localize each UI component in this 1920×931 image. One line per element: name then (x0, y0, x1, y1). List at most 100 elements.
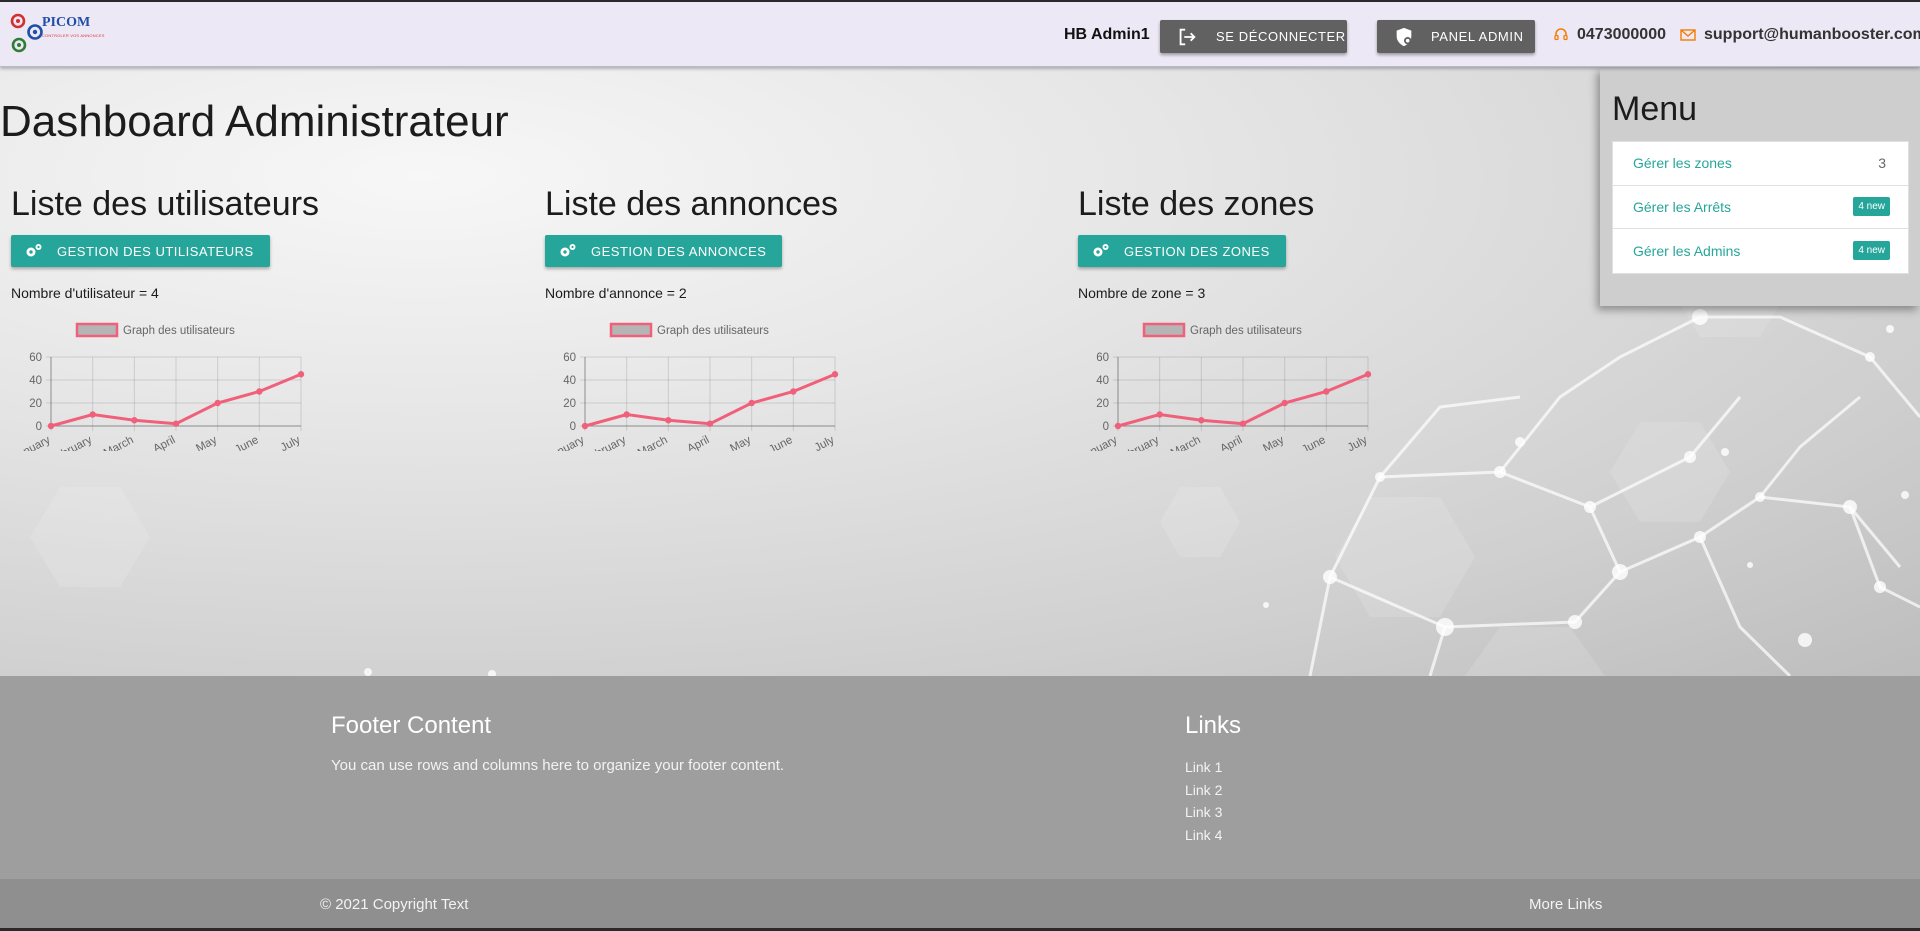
data-point (47, 422, 55, 430)
manage-zones-button[interactable]: Gestion des zones (1078, 235, 1286, 267)
page-title: Dashboard Administrateur (0, 97, 509, 146)
users-count: Nombre d'utilisateur = 4 (11, 285, 159, 301)
ads-section: Liste des annonces Gestion des annonces … (545, 185, 965, 451)
data-point (1323, 388, 1330, 395)
x-tick-label: June (767, 434, 795, 451)
footer-link[interactable]: Link 4 (1185, 824, 1222, 847)
data-point (665, 417, 672, 424)
zones-count: Nombre de zone = 3 (1078, 285, 1206, 301)
y-tick-label: 20 (563, 398, 576, 410)
logo-text: PICOM (42, 15, 91, 30)
admin-shield-icon (1396, 27, 1412, 46)
new-badge: 4 new (1853, 197, 1890, 217)
x-tick-label: January (545, 434, 587, 451)
ads-section-title: Liste des annonces (545, 185, 838, 223)
gears-icon (26, 244, 42, 257)
y-tick-label: 0 (570, 421, 576, 433)
users-section-title: Liste des utilisateurs (11, 185, 320, 223)
more-links-link[interactable]: More Links (1529, 896, 1602, 913)
data-point (1281, 399, 1288, 407)
x-tick-label: July (1346, 434, 1370, 451)
x-tick-label: March (1169, 434, 1203, 451)
legend-label: Graph des utilisateurs (657, 325, 769, 337)
page-footer: Footer Content You can use rows and colu… (0, 676, 1920, 879)
x-tick-label: March (636, 434, 670, 451)
x-tick-label: January (1078, 434, 1120, 451)
data-point (748, 399, 755, 407)
y-tick-label: 20 (29, 398, 42, 410)
footer-content-text: You can use rows and columns here to org… (331, 757, 785, 774)
legend-label: Graph des utilisateurs (1190, 325, 1302, 337)
data-point (1114, 422, 1122, 430)
x-tick-label: May (194, 434, 219, 451)
menu-list: Gérer les zones 3 Gérer les Arrêts 4 new… (1612, 141, 1909, 274)
footer-link[interactable]: Link 1 (1185, 756, 1222, 779)
footer-links-list: Link 1 Link 2 Link 3 Link 4 (1185, 756, 1222, 846)
x-tick-label: June (1300, 434, 1328, 451)
users-section: Liste des utilisateurs Gestion des utili… (11, 185, 431, 451)
y-tick-label: 60 (29, 352, 42, 364)
data-point (256, 388, 263, 395)
new-badge: 4 new (1853, 241, 1890, 261)
manage-ads-button[interactable]: Gestion des annonces (545, 235, 783, 267)
data-point (1364, 371, 1372, 378)
copyright-text: © 2021 Copyright Text (320, 896, 469, 913)
current-user-name: HB Admin1 (1064, 26, 1150, 43)
menu-item-zones[interactable]: Gérer les zones 3 (1613, 142, 1908, 186)
y-tick-label: 0 (1103, 421, 1109, 433)
x-tick-label: February (48, 434, 94, 451)
menu-item-label: Gérer les zones (1633, 155, 1732, 172)
zones-section: Liste des zones Gestion des zones Nombre… (1078, 185, 1498, 451)
phone-contact[interactable]: 0473000000 (1553, 26, 1666, 44)
x-tick-label: January (11, 434, 53, 451)
mail-icon (1680, 29, 1696, 41)
ads-count: Nombre d'annonce = 2 (545, 285, 687, 301)
logout-button[interactable]: Se déconnecter (1160, 20, 1347, 53)
manage-users-label: Gestion des utilisateurs (57, 243, 254, 259)
panel-admin-button[interactable]: Panel Admin (1377, 20, 1535, 53)
footer-content-title: Footer Content (331, 712, 492, 739)
menu-item-admins[interactable]: Gérer les Admins 4 new (1613, 229, 1908, 273)
users-line-chart: Graph des utilisateurs 0 20 40 60 JanuaryFebr… (11, 322, 305, 451)
data-point (89, 411, 96, 418)
zones-count-badge: 3 (1878, 155, 1886, 172)
menu-item-stops[interactable]: Gérer les Arrêts 4 new (1613, 186, 1908, 229)
x-tick-label: April (151, 434, 177, 451)
x-tick-label: April (1218, 434, 1244, 451)
y-tick-label: 60 (563, 352, 576, 364)
data-point (623, 411, 630, 418)
manage-users-button[interactable]: Gestion des utilisateurs (11, 235, 270, 267)
logout-icon (1179, 28, 1196, 45)
data-point (706, 420, 714, 427)
data-point (214, 399, 221, 407)
logo-subtext: CONTROLER VOS ANNONCES (42, 33, 105, 38)
manage-ads-label: Gestion des annonces (591, 243, 767, 259)
data-point (790, 388, 797, 395)
legend-swatch (609, 322, 653, 338)
support-email: support@humanbooster.com (1704, 26, 1920, 43)
footer-link[interactable]: Link 2 (1185, 779, 1222, 802)
admin-menu-card: Menu Gérer les zones 3 Gérer les Arrêts … (1600, 68, 1920, 306)
zones-line-chart: Graph des utilisateurs 0 20 40 60 JanuaryFebr… (1078, 322, 1372, 451)
top-navbar: PICOM CONTROLER VOS ANNONCES HB Admin1 S… (0, 0, 1920, 67)
data-point (131, 417, 138, 424)
y-tick-label: 40 (563, 375, 576, 387)
x-tick-label: April (685, 434, 711, 451)
y-tick-label: 20 (1096, 398, 1109, 410)
menu-item-label: Gérer les Admins (1633, 242, 1741, 259)
footer-links-title: Links (1185, 712, 1242, 739)
email-contact[interactable]: support@humanbooster.com (1680, 26, 1920, 44)
data-point (297, 371, 305, 378)
legend-swatch (1142, 322, 1186, 338)
panel-admin-label: Panel Admin (1431, 29, 1524, 44)
x-tick-label: July (279, 434, 303, 451)
copyright-bar: © 2021 Copyright Text More Links (0, 879, 1920, 929)
x-tick-label: February (582, 434, 628, 451)
x-tick-label: June (233, 434, 261, 451)
data-point (172, 420, 180, 427)
x-tick-label: February (1115, 434, 1161, 451)
menu-title: Menu (1612, 90, 1698, 128)
footer-link[interactable]: Link 3 (1185, 801, 1222, 824)
menu-item-label: Gérer les Arrêts (1633, 198, 1732, 215)
data-point (831, 371, 839, 378)
